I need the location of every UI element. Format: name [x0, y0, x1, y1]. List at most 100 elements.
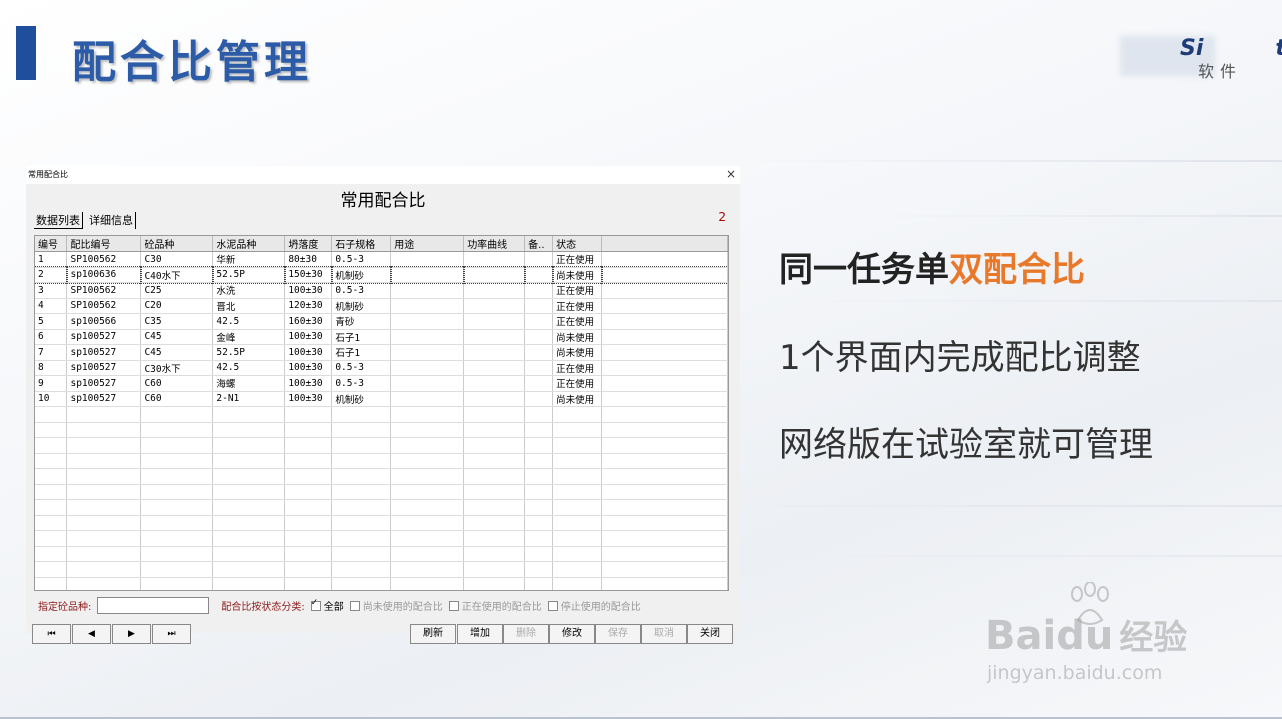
checkbox-stopped[interactable]	[547, 600, 558, 611]
table-cell: sp100527	[66, 375, 142, 392]
edit-button[interactable]: 修改	[549, 624, 595, 644]
table-cell: 石子1	[331, 329, 392, 345]
column-header[interactable]: 备..	[524, 236, 554, 252]
table-cell: SP100562	[66, 298, 142, 314]
grade-filter-input[interactable]	[97, 597, 210, 614]
grade-filter-label: 指定砼品种:	[38, 602, 92, 613]
empty-cell	[140, 406, 214, 423]
bullet-network-version: 网络版在试验室就可管理	[779, 425, 1153, 465]
table-row[interactable]: 4 SP100562 C20 晋北 120±30 机制砂 正在使用	[35, 298, 728, 314]
empty-cell	[390, 530, 465, 547]
empty-cell	[35, 406, 68, 423]
column-header[interactable]: 水泥品种	[212, 236, 286, 252]
close-button[interactable]: 关闭	[687, 624, 733, 644]
cancel-button[interactable]: 取消	[641, 624, 687, 644]
table-cell	[462, 266, 526, 284]
table-cell	[524, 344, 554, 361]
table-row[interactable]: 7 sp100527 C45 52.5P 100±30 石子1 尚未使用	[35, 344, 728, 361]
empty-cell	[524, 530, 554, 547]
close-icon[interactable]: ×	[726, 167, 736, 181]
column-header[interactable]: 石子规格	[331, 236, 392, 252]
add-button[interactable]: 增加	[457, 624, 503, 644]
table-cell: sp100527	[66, 391, 142, 407]
refresh-button[interactable]: 刷新	[410, 624, 456, 644]
empty-cell	[284, 546, 333, 562]
mix-ratio-table[interactable]: 编号 配比编号 砼品种 水泥品种 坍落度 石子规格 用途 功率曲线 备.. 状态 1 SP10056…	[34, 235, 729, 591]
empty-cell	[212, 437, 286, 454]
empty-row	[35, 530, 728, 547]
checkbox-all[interactable]	[310, 598, 321, 611]
empty-cell	[284, 577, 333, 590]
tab-data-list[interactable]: 数据列表	[34, 212, 83, 229]
table-cell	[463, 375, 526, 392]
table-cell: C30	[140, 251, 214, 268]
column-header[interactable]: 功率曲线	[463, 236, 526, 252]
table-row[interactable]: 3 SP100562 C25 水洗 100±30 0.5-3 正在使用	[35, 282, 728, 299]
column-header[interactable]: 坍落度	[284, 236, 333, 252]
table-cell: 青砂	[331, 313, 392, 330]
table-row[interactable]: 9 sp100527 C60 海螺 100±30 0.5-3 正在使用	[35, 375, 728, 392]
save-button[interactable]: 保存	[595, 624, 641, 644]
table-cell-filler	[601, 391, 728, 407]
empty-cell	[390, 546, 465, 562]
table-cell	[524, 282, 554, 299]
empty-cell	[331, 468, 392, 485]
table-cell: sp100566	[66, 313, 142, 330]
table-row[interactable]: 6 sp100527 C45 金峰 100±30 石子1 尚未使用	[35, 329, 728, 345]
prev-record-button[interactable]: ◀	[72, 624, 111, 644]
empty-cell	[552, 406, 603, 423]
column-header[interactable]: 砼品种	[140, 236, 214, 252]
table-cell: 120±30	[284, 298, 333, 314]
column-header[interactable]: 编号	[35, 236, 68, 252]
table-cell: 1	[35, 251, 68, 268]
table-row[interactable]: 2 sp100636 C40水下 52.5P 150±30 机制砂 尚未使用	[35, 266, 728, 284]
empty-cell	[524, 546, 554, 562]
empty-cell	[601, 468, 728, 485]
delete-button[interactable]: 删除	[503, 624, 549, 644]
tab-details[interactable]: 详细信息	[87, 212, 136, 229]
table-cell: 7	[35, 344, 68, 361]
table-cell-filler	[601, 329, 728, 345]
empty-cell	[390, 453, 465, 469]
empty-cell	[524, 499, 554, 516]
baidu-watermark: Baidu 经验 jingyan.baidu.com	[985, 582, 1215, 692]
empty-cell	[463, 515, 526, 531]
column-header[interactable]: 配比编号	[66, 236, 142, 252]
checkbox-in-use[interactable]	[448, 600, 459, 611]
table-row[interactable]: 8 sp100527 C30水下 42.5 100±30 0.5-3 正在使用	[35, 360, 728, 376]
empty-cell	[552, 453, 603, 469]
empty-cell	[552, 468, 603, 485]
empty-cell	[212, 515, 286, 531]
empty-cell	[552, 546, 603, 562]
empty-cell	[35, 453, 68, 469]
table-row[interactable]: 5 sp100566 C35 42.5 160±30 青砂 正在使用	[35, 313, 728, 330]
empty-cell	[463, 422, 526, 438]
empty-cell	[601, 499, 728, 516]
empty-cell	[35, 468, 68, 485]
table-cell	[463, 298, 526, 314]
empty-cell	[35, 515, 68, 531]
checkbox-unused[interactable]	[349, 600, 360, 611]
empty-cell	[601, 530, 728, 547]
table-cell: C45	[140, 344, 214, 361]
table-cell	[524, 329, 554, 345]
empty-cell	[66, 561, 142, 578]
checkbox-all-label: 全部	[323, 602, 344, 613]
first-record-button[interactable]: ⏮	[32, 624, 71, 644]
last-record-button[interactable]: ⏭	[152, 624, 191, 644]
table-cell: SP100562	[66, 282, 142, 299]
table-cell: 尚未使用	[552, 391, 603, 407]
table-cell	[463, 282, 526, 299]
column-header[interactable]: 状态	[552, 236, 603, 252]
empty-cell	[35, 577, 68, 590]
table-cell: 金峰	[212, 329, 286, 345]
next-record-button[interactable]: ▶	[112, 624, 151, 644]
empty-row	[35, 468, 728, 485]
table-cell: 正在使用	[552, 313, 603, 330]
column-header-filler	[601, 236, 728, 252]
table-row[interactable]: 10 sp100527 C60 2-N1 100±30 机制砂 尚未使用	[35, 391, 728, 407]
empty-cell	[331, 437, 392, 454]
empty-cell	[331, 515, 392, 531]
column-header[interactable]: 用途	[390, 236, 465, 252]
table-row[interactable]: 1 SP100562 C30 华新 80±30 0.5-3 正在使用	[35, 251, 728, 268]
